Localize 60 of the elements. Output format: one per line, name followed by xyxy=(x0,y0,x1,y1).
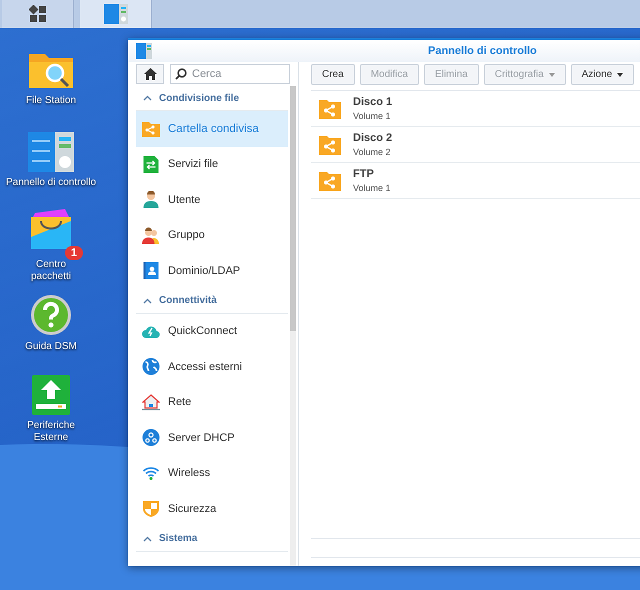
desktop-icon-label[interactable]: Pannello di controllo xyxy=(6,177,96,189)
sidebar-item[interactable]: Server DHCP xyxy=(136,420,288,456)
globe-icon xyxy=(142,358,160,376)
shared-folder-icon xyxy=(319,98,341,118)
file-arrows-icon xyxy=(142,156,160,173)
wifi-icon xyxy=(142,466,160,480)
home-icon xyxy=(144,68,156,80)
shared-folder-row[interactable]: Disco 2 Volume 2 xyxy=(311,127,640,163)
notification-badge: 1 xyxy=(64,246,83,260)
desktop-icon-label[interactable]: Centro pacchetti xyxy=(15,259,87,283)
volume-label: Volume 2 xyxy=(353,147,392,157)
section-header: Condivisione file xyxy=(159,92,240,104)
volume-label: Volume 1 xyxy=(353,183,391,193)
control-panel-icon xyxy=(136,43,152,59)
sidebar-item[interactable]: Dominio/LDAP xyxy=(136,253,288,288)
shared-folder-icon xyxy=(319,170,341,190)
contact-book-icon xyxy=(142,262,160,280)
sidebar-item[interactable]: Gruppo xyxy=(136,218,288,253)
search-field[interactable]: Cerca xyxy=(170,64,290,84)
toolbar-button[interactable]: Azione xyxy=(570,64,634,85)
sidebar-item[interactable]: Accessi esterni xyxy=(136,349,288,384)
shared-folder-icon xyxy=(319,134,341,154)
folder-name: Disco 2 xyxy=(353,132,392,144)
sidebar-item[interactable]: Servizi file xyxy=(136,146,288,182)
control-panel-icon[interactable] xyxy=(28,132,74,172)
main-menu-button[interactable] xyxy=(2,0,74,28)
folder-name: Disco 1 xyxy=(353,96,392,108)
desktop-icon-label[interactable]: File Station xyxy=(15,95,87,107)
sidebar-item[interactable]: Sicurezza xyxy=(136,491,288,526)
window-title: Pannello di controllo xyxy=(428,45,537,57)
collapse-icon[interactable] xyxy=(143,95,152,101)
user-icon xyxy=(142,191,160,208)
upload-drive-icon[interactable] xyxy=(32,375,70,415)
shopping-bag-icon[interactable] xyxy=(29,207,73,249)
sidebar-item[interactable]: Utente xyxy=(136,182,288,218)
section-header: Sistema xyxy=(159,533,198,544)
volume-label: Volume 1 xyxy=(353,111,392,121)
folder-name: FTP xyxy=(353,168,375,180)
toolbar-button[interactable]: Crea xyxy=(311,64,355,85)
sidebar-item[interactable]: QuickConnect xyxy=(136,314,288,349)
shared-folder-row[interactable]: Disco 1 Volume 1 xyxy=(311,91,640,127)
grid-icon xyxy=(28,5,46,23)
taskbar-app-button[interactable] xyxy=(80,0,152,28)
users-icon xyxy=(142,226,160,244)
section-header: Connettività xyxy=(159,295,217,306)
question-mark-icon[interactable] xyxy=(30,294,72,336)
sidebar-item[interactable]: Wireless xyxy=(136,456,288,491)
desktop-icon-label[interactable]: Periferiche Esterne xyxy=(15,420,87,444)
control-panel-icon xyxy=(104,4,128,24)
desktop-icon-label[interactable]: Guida DSM xyxy=(15,341,87,353)
sidebar-item[interactable]: Rete xyxy=(136,384,288,420)
house-network-icon xyxy=(142,394,160,411)
collapse-icon[interactable] xyxy=(143,298,152,304)
collapse-icon[interactable] xyxy=(143,536,152,542)
home-button[interactable] xyxy=(136,64,164,84)
shield-icon xyxy=(142,500,160,518)
cloud-lightning-icon xyxy=(142,324,160,338)
network-nodes-icon xyxy=(142,429,160,446)
shared-folder-icon xyxy=(142,120,160,137)
shared-folder-row[interactable]: FTP Volume 1 xyxy=(311,163,640,199)
